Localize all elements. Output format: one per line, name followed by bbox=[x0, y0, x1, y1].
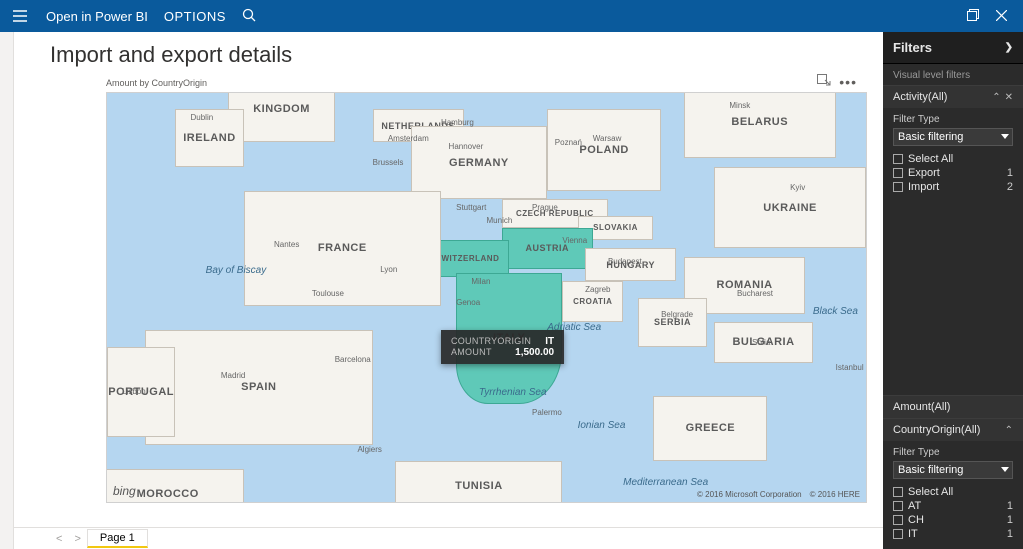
select-all-checkbox[interactable]: Select All bbox=[893, 152, 1013, 166]
collapse-icon[interactable]: ⌃ bbox=[1005, 425, 1013, 436]
bing-logo: bing bbox=[113, 484, 136, 498]
search-icon[interactable] bbox=[242, 8, 256, 25]
country-serbia: SERBIA bbox=[638, 298, 706, 347]
city-label: Toulouse bbox=[312, 289, 344, 298]
city-label: Poznań bbox=[555, 138, 582, 147]
city-label: Palermo bbox=[532, 408, 562, 417]
city-label: Prague bbox=[532, 203, 558, 212]
country-uk: KINGDOM bbox=[228, 92, 334, 142]
map-visual[interactable]: KINGDOM IRELAND NETHERLANDS GERMANY POLA… bbox=[106, 92, 867, 503]
chevron-right-icon[interactable]: ❯ bbox=[1005, 42, 1013, 53]
map-attribution: © 2016 Microsoft Corporation© 2016 HERE bbox=[697, 490, 860, 499]
city-label: Madrid bbox=[221, 371, 245, 380]
city-label: Lyon bbox=[380, 265, 397, 274]
city-label: Hannover bbox=[449, 142, 484, 151]
country-belarus: BELARUS bbox=[684, 92, 836, 158]
filter-type-label: Filter Type bbox=[893, 447, 1013, 458]
city-label: Warsaw bbox=[593, 134, 622, 143]
filter-type-select[interactable]: Basic filtering bbox=[893, 128, 1013, 146]
filter-type-select[interactable]: Basic filtering bbox=[893, 461, 1013, 479]
visual-level-filters-label: Visual level filters bbox=[883, 64, 1023, 85]
city-label: Milan bbox=[471, 277, 490, 286]
city-label: Istanbul bbox=[836, 363, 864, 372]
filter-card-activity-header[interactable]: Activity(All) ⌃ ✕ bbox=[883, 86, 1023, 108]
sea-label: Bay of Biscay bbox=[206, 265, 267, 276]
filter-card-country-header[interactable]: CountryOrigin(All) ⌃ bbox=[883, 419, 1023, 441]
city-label: Minsk bbox=[729, 101, 750, 110]
sea-label: Black Sea bbox=[813, 306, 858, 317]
city-label: Munich bbox=[487, 216, 513, 225]
open-in-power-bi-link[interactable]: Open in Power BI bbox=[46, 9, 148, 24]
city-label: Bucharest bbox=[737, 289, 773, 298]
filter-type-label: Filter Type bbox=[893, 114, 1013, 125]
city-label: Nantes bbox=[274, 240, 299, 249]
country-poland: POLAND bbox=[547, 109, 661, 191]
country-germany: GERMANY bbox=[411, 126, 548, 200]
city-label: Sofia bbox=[752, 338, 770, 347]
city-label: Hamburg bbox=[441, 118, 474, 127]
country-ukraine: UKRAINE bbox=[714, 167, 866, 249]
map-tooltip: COUNTRYORIGINIT AMOUNT1,500.00 bbox=[441, 330, 564, 364]
sea-label: Mediterranean Sea bbox=[623, 477, 708, 488]
sea-label: Tyrrhenian Sea bbox=[479, 387, 547, 398]
city-label: Genoa bbox=[456, 298, 480, 307]
title-bar: Open in Power BI OPTIONS bbox=[0, 0, 1023, 32]
country-austria: AUSTRIA bbox=[502, 228, 593, 269]
restore-icon[interactable] bbox=[959, 9, 987, 24]
city-label: Zagreb bbox=[585, 285, 610, 294]
close-icon[interactable] bbox=[987, 9, 1015, 24]
more-options-icon[interactable]: ••• bbox=[839, 74, 857, 91]
filters-pane: Filters ❯ Visual level filters Activity(… bbox=[883, 32, 1023, 549]
city-label: Lisbon bbox=[122, 387, 146, 396]
city-label: Brussels bbox=[373, 158, 404, 167]
filter-value-row[interactable]: CH 1 bbox=[893, 513, 1013, 527]
filter-value-row[interactable]: IT 1 bbox=[893, 527, 1013, 541]
prev-page-icon[interactable]: < bbox=[50, 533, 68, 545]
visual-title: Amount by CountryOrigin bbox=[50, 74, 867, 90]
city-label: Dublin bbox=[190, 113, 213, 122]
filter-value-row[interactable]: Export 1 bbox=[893, 166, 1013, 180]
city-label: Barcelona bbox=[335, 355, 371, 364]
city-label: Vienna bbox=[562, 236, 587, 245]
options-menu[interactable]: OPTIONS bbox=[164, 9, 226, 24]
country-greece: GREECE bbox=[653, 396, 767, 461]
city-label: Algiers bbox=[357, 445, 381, 454]
filters-header[interactable]: Filters ❯ bbox=[883, 32, 1023, 64]
country-spain: SPAIN bbox=[145, 330, 373, 445]
country-tunisia: TUNISIA bbox=[395, 461, 562, 503]
city-label: Budapest bbox=[608, 257, 642, 266]
city-label: Amsterdam bbox=[388, 134, 429, 143]
clear-filter-icon[interactable]: ✕ bbox=[1005, 92, 1013, 103]
filter-card-amount-header[interactable]: Amount(All) bbox=[883, 396, 1023, 418]
hamburger-icon[interactable] bbox=[8, 10, 32, 22]
city-label: Stuttgart bbox=[456, 203, 486, 212]
city-label: Kyiv bbox=[790, 183, 805, 192]
select-all-checkbox[interactable]: Select All bbox=[893, 485, 1013, 499]
filter-value-row[interactable]: AT 1 bbox=[893, 499, 1013, 513]
filter-value-row[interactable]: Import 2 bbox=[893, 180, 1013, 194]
sea-label: Ionian Sea bbox=[578, 420, 626, 431]
next-page-icon[interactable]: > bbox=[68, 533, 86, 545]
page-tabs: < > Page 1 bbox=[14, 527, 883, 549]
focus-mode-icon[interactable] bbox=[817, 74, 831, 91]
page-title: Import and export details bbox=[14, 32, 883, 74]
page-tab[interactable]: Page 1 bbox=[87, 529, 148, 548]
collapse-icon[interactable]: ⌃ bbox=[992, 92, 1000, 103]
left-rail bbox=[0, 32, 14, 549]
city-label: Belgrade bbox=[661, 310, 693, 319]
